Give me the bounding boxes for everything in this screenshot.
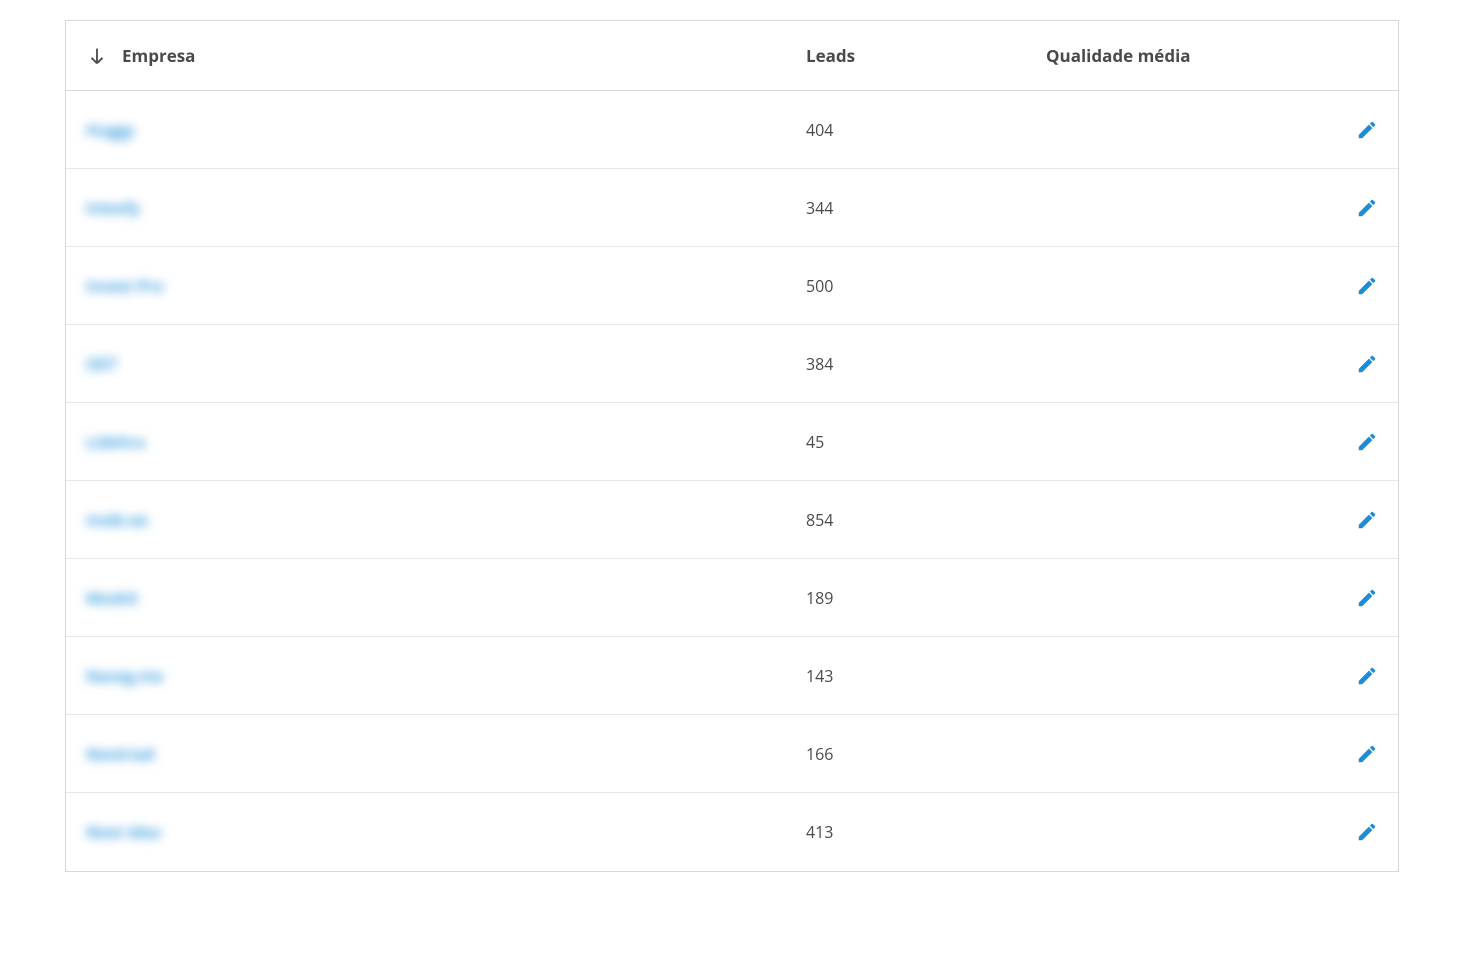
cell-empresa: Next Idea xyxy=(66,821,786,843)
company-link[interactable]: Neotriad xyxy=(86,743,154,765)
edit-icon[interactable] xyxy=(1356,665,1378,687)
cell-leads: 166 xyxy=(786,743,1026,765)
edit-icon[interactable] xyxy=(1356,119,1378,141)
sort-descending-icon[interactable] xyxy=(86,45,108,67)
table-header-row: Empresa Leads Qualidade média xyxy=(66,21,1398,91)
column-header-empresa[interactable]: Empresa xyxy=(66,44,786,67)
column-header-leads-label: Leads xyxy=(806,44,855,67)
companies-table: Empresa Leads Qualidade média Huggy 404 In… xyxy=(65,20,1399,872)
cell-empresa: iSET xyxy=(66,353,786,375)
column-header-qualidade-label: Qualidade média xyxy=(1046,44,1191,67)
table-row: Naveg.me 143 xyxy=(66,637,1398,715)
edit-icon[interactable] xyxy=(1356,353,1378,375)
cell-empresa: Neotriad xyxy=(66,743,786,765)
cell-leads: 189 xyxy=(786,587,1026,609)
cell-leads: 384 xyxy=(786,353,1026,375)
table-row: Moskit 189 xyxy=(66,559,1398,637)
table-row: Intexfy 344 xyxy=(66,169,1398,247)
table-body: Huggy 404 Intexfy 344 Invest Pro 500 iSET 384 Li… xyxy=(66,91,1398,871)
cell-action xyxy=(1336,353,1398,375)
cell-action xyxy=(1336,431,1398,453)
cell-action xyxy=(1336,119,1398,141)
cell-empresa: Huggy xyxy=(66,119,786,141)
table-row: mobi.ee 854 xyxy=(66,481,1398,559)
company-link[interactable]: Moskit xyxy=(86,587,138,609)
company-link[interactable]: Next Idea xyxy=(86,821,160,843)
cell-leads: 404 xyxy=(786,119,1026,141)
cell-empresa: Naveg.me xyxy=(66,665,786,687)
table-row: Invest Pro 500 xyxy=(66,247,1398,325)
cell-leads: 413 xyxy=(786,821,1026,843)
cell-action xyxy=(1336,197,1398,219)
edit-icon[interactable] xyxy=(1356,587,1378,609)
company-link[interactable]: Naveg.me xyxy=(86,665,163,687)
cell-action xyxy=(1336,665,1398,687)
cell-action xyxy=(1336,743,1398,765)
cell-action xyxy=(1336,587,1398,609)
edit-icon[interactable] xyxy=(1356,509,1378,531)
company-link[interactable]: Lidehra xyxy=(86,431,145,453)
company-link[interactable]: Intexfy xyxy=(86,197,140,219)
company-link[interactable]: Invest Pro xyxy=(86,275,164,297)
cell-leads: 45 xyxy=(786,431,1026,453)
edit-icon[interactable] xyxy=(1356,275,1378,297)
cell-leads: 143 xyxy=(786,665,1026,687)
cell-leads: 854 xyxy=(786,509,1026,531)
table-row: Huggy 404 xyxy=(66,91,1398,169)
column-header-qualidade[interactable]: Qualidade média xyxy=(1026,44,1398,67)
column-header-leads[interactable]: Leads xyxy=(786,44,1026,67)
cell-action xyxy=(1336,275,1398,297)
edit-icon[interactable] xyxy=(1356,821,1378,843)
company-link[interactable]: Huggy xyxy=(86,119,134,141)
edit-icon[interactable] xyxy=(1356,197,1378,219)
cell-empresa: Moskit xyxy=(66,587,786,609)
edit-icon[interactable] xyxy=(1356,431,1378,453)
table-row: Neotriad 166 xyxy=(66,715,1398,793)
company-link[interactable]: iSET xyxy=(86,353,117,375)
cell-leads: 344 xyxy=(786,197,1026,219)
edit-icon[interactable] xyxy=(1356,743,1378,765)
table-row: iSET 384 xyxy=(66,325,1398,403)
column-header-empresa-label: Empresa xyxy=(122,44,195,67)
cell-empresa: Invest Pro xyxy=(66,275,786,297)
cell-empresa: mobi.ee xyxy=(66,509,786,531)
cell-empresa: Intexfy xyxy=(66,197,786,219)
table-row: Lidehra 45 xyxy=(66,403,1398,481)
cell-leads: 500 xyxy=(786,275,1026,297)
cell-action xyxy=(1336,509,1398,531)
company-link[interactable]: mobi.ee xyxy=(86,509,148,531)
cell-action xyxy=(1336,821,1398,843)
cell-empresa: Lidehra xyxy=(66,431,786,453)
table-row: Next Idea 413 xyxy=(66,793,1398,871)
